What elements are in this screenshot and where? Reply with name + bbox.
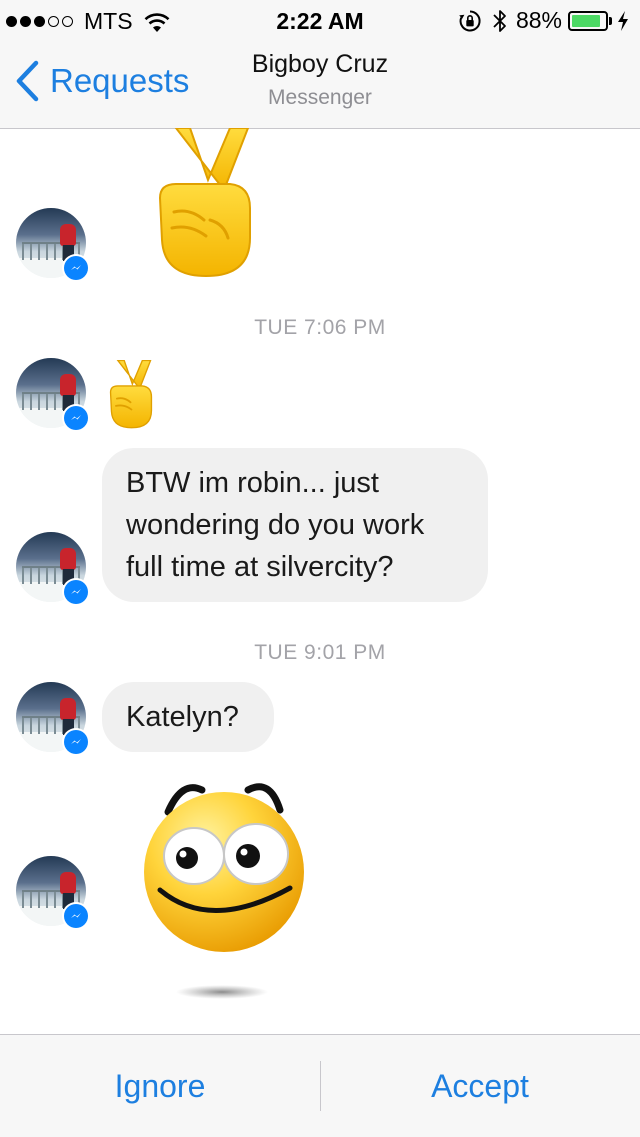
battery-nub [609, 16, 612, 25]
battery-percent: 88% [515, 7, 562, 33]
charging-icon [618, 10, 628, 31]
conversation-subtitle: Messenger [268, 86, 372, 109]
status-bar: MTS 2:22 AM 88% [0, 0, 640, 40]
conversation-title: Bigboy Cruz [251, 50, 389, 78]
message-text-line: full time at silvercity? [126, 551, 394, 583]
message-bubble[interactable]: Katelyn? [102, 682, 274, 752]
message-timestamp: TUE 9:01 PM [254, 641, 386, 664]
victory-hand-emoji-icon[interactable] [106, 360, 156, 430]
navigation-bar: Requests Bigboy Cruz Messenger [0, 40, 640, 129]
battery-icon [568, 10, 608, 31]
accept-button[interactable]: Accept [320, 1035, 640, 1137]
messenger-badge-icon [62, 902, 90, 930]
messenger-badge-icon [62, 578, 90, 606]
avatar[interactable] [16, 856, 90, 930]
smiling-face-sticker-icon[interactable] [130, 770, 320, 1010]
message-timestamp: TUE 7:06 PM [254, 316, 386, 339]
message-text-line: BTW im robin... just [126, 467, 379, 499]
messenger-badge-icon [62, 728, 90, 756]
status-right: 88% [458, 7, 630, 34]
avatar[interactable] [16, 532, 90, 606]
bluetooth-icon [493, 9, 506, 32]
avatar[interactable] [16, 358, 90, 432]
message-text-line: wondering do you work [126, 509, 425, 541]
avatar[interactable] [16, 682, 90, 756]
message-text-line: Katelyn? [126, 701, 239, 733]
battery-fill [572, 14, 601, 27]
messenger-badge-icon [62, 404, 90, 432]
request-action-bar: Ignore Accept [0, 1034, 640, 1137]
ignore-button[interactable]: Ignore [0, 1035, 320, 1137]
messenger-badge-icon [62, 254, 90, 282]
avatar[interactable] [16, 208, 90, 282]
victory-hand-emoji-icon[interactable] [150, 128, 260, 280]
orientation-lock-icon [459, 9, 481, 31]
message-bubble[interactable]: BTW im robin... just wondering do you wo… [102, 448, 488, 602]
